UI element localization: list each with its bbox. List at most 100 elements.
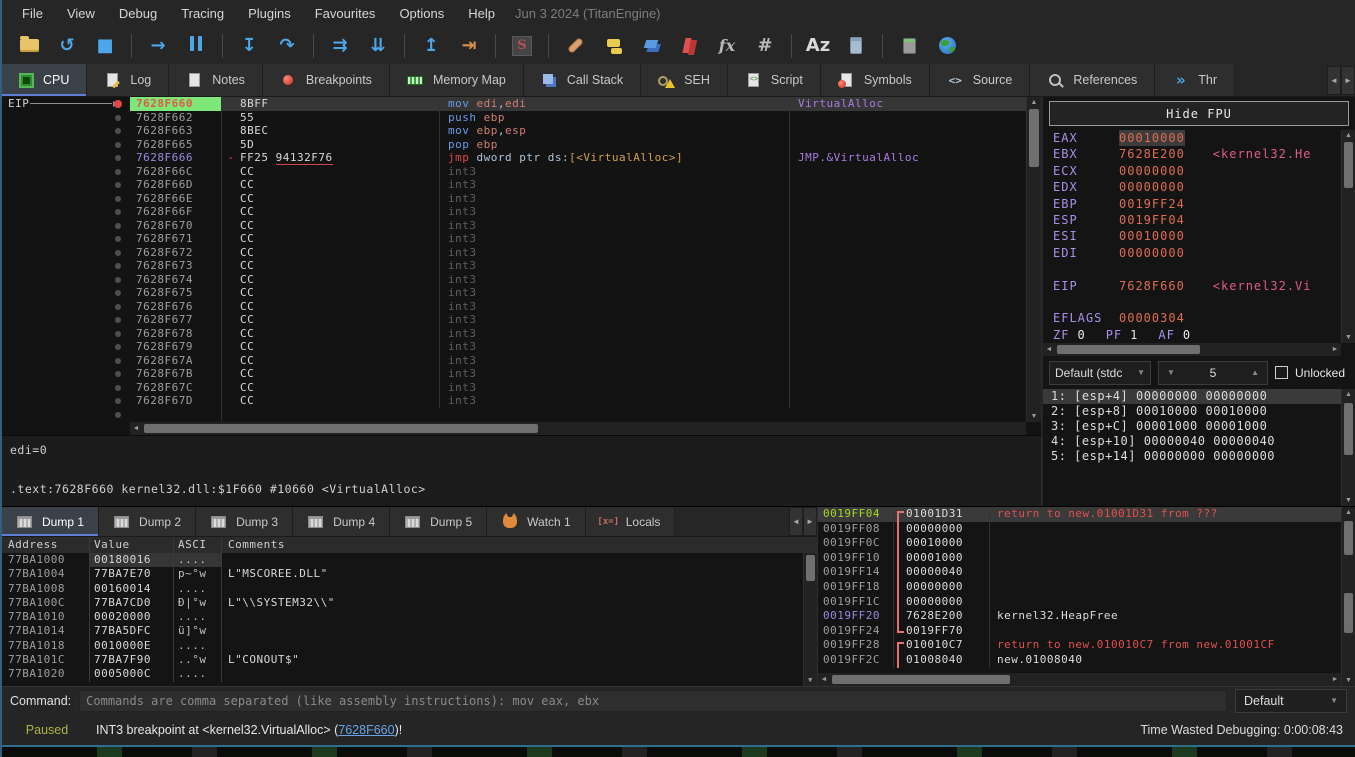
breakpoint-icon[interactable] xyxy=(114,100,122,108)
open-file-button[interactable] xyxy=(13,31,45,61)
scroll-down-icon[interactable]: ▼ xyxy=(1342,675,1355,686)
animate-into-button[interactable]: ⇉ xyxy=(324,31,356,61)
menu-file[interactable]: File xyxy=(10,2,55,25)
scroll-thumb[interactable] xyxy=(832,675,1010,684)
command-input[interactable] xyxy=(79,690,1227,712)
breakpoint-slot-icon[interactable] xyxy=(115,236,121,242)
stack-row[interactable]: 0019FF28010010C7return to new.010010C7 f… xyxy=(818,638,1355,653)
disasm-row[interactable]: 7628F670 CCint3 xyxy=(2,219,1041,233)
scroll-thumb[interactable] xyxy=(1029,109,1039,167)
scroll-up-icon[interactable]: ▲ xyxy=(1342,130,1355,141)
scroll-thumb[interactable] xyxy=(1344,142,1353,188)
dump-scroll-left-icon[interactable]: ◄ xyxy=(789,507,803,536)
command-profile-dropdown[interactable]: Default ▼ xyxy=(1235,689,1347,713)
font-button[interactable]: Az xyxy=(802,31,834,61)
disasm-row[interactable]: 7628F66E CCint3 xyxy=(2,192,1041,206)
register-value[interactable]: 0019FF24 xyxy=(1119,196,1185,212)
scroll-left-icon[interactable]: ◄ xyxy=(130,422,142,435)
tab-notes[interactable]: Notes xyxy=(169,64,263,96)
breakpoint-slot-icon[interactable] xyxy=(115,290,121,296)
dump-row[interactable]: 77BA101477BA5DFCü]°w xyxy=(2,624,817,638)
spinner-down-icon[interactable]: ▼ xyxy=(1167,368,1175,377)
breakpoint-slot-icon[interactable] xyxy=(115,371,121,377)
scroll-thumb[interactable] xyxy=(1344,403,1353,455)
disasm-row[interactable]: 7628F665 5Dpop ebp xyxy=(2,138,1041,152)
donate-button[interactable] xyxy=(931,31,963,61)
tab-scroll-right-icon[interactable]: ► xyxy=(1341,66,1355,95)
registers-hscrollbar[interactable]: ◄ ► xyxy=(1043,343,1341,356)
argument-count-spinner[interactable]: ▼ 5 ▲ xyxy=(1158,361,1268,385)
functions-button[interactable]: fx xyxy=(711,31,743,61)
tab-source[interactable]: <>Source xyxy=(930,64,1031,96)
scroll-down-icon[interactable]: ▼ xyxy=(1027,411,1041,422)
disasm-row[interactable]: 7628F672 CCint3 xyxy=(2,246,1041,260)
registers-vscrollbar[interactable]: ▲ ▼ xyxy=(1341,130,1355,343)
register-value[interactable]: 7628F660 xyxy=(1119,278,1185,294)
calling-convention-dropdown[interactable]: Default (stdc ▼ xyxy=(1049,361,1151,385)
tab-scroll-left-icon[interactable]: ◄ xyxy=(1327,66,1341,95)
disasm-row[interactable]: 7628F675 CCint3 xyxy=(2,286,1041,300)
arg-row[interactable]: 5: [esp+14] 00000000 00000000 xyxy=(1043,449,1355,464)
stack-row[interactable]: 0019FF0401001D31return to new.01001D31 f… xyxy=(818,507,1355,522)
tab-locals[interactable]: [x=]Locals xyxy=(586,507,676,536)
tab-dump-5[interactable]: Dump 5 xyxy=(390,507,487,536)
stack-row[interactable]: 0019FF0C00010000 xyxy=(818,536,1355,551)
breakpoint-slot-icon[interactable] xyxy=(115,209,121,215)
breakpoint-slot-icon[interactable] xyxy=(115,317,121,323)
disasm-row[interactable] xyxy=(2,408,1041,422)
menu-help[interactable]: Help xyxy=(456,2,507,25)
register-value[interactable]: 00000000 xyxy=(1119,179,1185,195)
disasm-row[interactable]: 7628F676 CCint3 xyxy=(2,300,1041,314)
disasm-row[interactable]: 7628F663 8BECmov ebp,esp xyxy=(2,124,1041,138)
arg-row[interactable]: 2: [esp+8] 00010000 00010000 xyxy=(1043,404,1355,419)
stack-hscrollbar[interactable]: ◄ ► xyxy=(818,673,1341,686)
disasm-row[interactable]: 7628F673 CCint3 xyxy=(2,259,1041,273)
disasm-row[interactable]: 7628F678 CCint3 xyxy=(2,327,1041,341)
breakpoint-slot-icon[interactable] xyxy=(115,358,121,364)
scroll-down-icon[interactable]: ▼ xyxy=(1342,332,1355,343)
disassembly-hscrollbar[interactable]: ◄ xyxy=(130,422,1026,435)
disasm-row[interactable]: EIP7628F660 8BFFmov edi,ediVirtualAlloc xyxy=(2,97,1041,111)
stack-row[interactable]: 0019FF1400000040 xyxy=(818,565,1355,580)
scroll-thumb[interactable] xyxy=(806,555,815,581)
register-row[interactable]: ESI00010000 xyxy=(1043,228,1355,244)
disasm-row[interactable]: 7628F67D CCint3 xyxy=(2,394,1041,408)
register-row[interactable]: EFLAGS00000304 xyxy=(1043,310,1355,326)
disasm-row[interactable]: 7628F66F CCint3 xyxy=(2,205,1041,219)
tab-log[interactable]: Log xyxy=(87,64,169,96)
tab-seh[interactable]: SEH xyxy=(641,64,728,96)
run-button[interactable]: → xyxy=(142,31,174,61)
arg-row[interactable]: 4: [esp+10] 00000040 00000040 xyxy=(1043,434,1355,449)
stack-row[interactable]: 0019FF0800000000 xyxy=(818,522,1355,537)
execute-till-return-button[interactable]: ↥ xyxy=(415,31,447,61)
dump-vscrollbar[interactable]: ▼ xyxy=(803,553,817,686)
scroll-thumb[interactable] xyxy=(1344,593,1353,633)
spinner-up-icon[interactable]: ▲ xyxy=(1251,368,1259,377)
breakpoint-slot-icon[interactable] xyxy=(115,412,121,418)
register-value[interactable]: 00000000 xyxy=(1119,163,1185,179)
stop-button[interactable]: ■ xyxy=(89,31,121,61)
tab-thr[interactable]: »Thr xyxy=(1155,64,1235,96)
animate-over-button[interactable]: ⇊ xyxy=(362,31,394,61)
stack-row[interactable]: 0019FF240019FF70 xyxy=(818,624,1355,639)
control-flow-button[interactable]: # xyxy=(749,31,781,61)
tab-dump-1[interactable]: Dump 1 xyxy=(2,507,99,536)
register-row[interactable] xyxy=(1043,294,1355,310)
register-value[interactable]: 0019FF04 xyxy=(1119,212,1185,228)
disasm-row[interactable]: 7628F67A CCint3 xyxy=(2,354,1041,368)
register-value[interactable]: 00000000 xyxy=(1119,245,1185,261)
tab-symbols[interactable]: Symbols xyxy=(821,64,930,96)
dump-row[interactable]: 77BA100477BA7E70p~°wL"MSCOREE.DLL" xyxy=(2,567,817,581)
patches-button[interactable] xyxy=(559,31,591,61)
menu-plugins[interactable]: Plugins xyxy=(236,2,303,25)
scroll-right-icon[interactable]: ► xyxy=(1329,673,1341,686)
breakpoint-slot-icon[interactable] xyxy=(115,169,121,175)
menu-tracing[interactable]: Tracing xyxy=(169,2,236,25)
tab-call-stack[interactable]: Call Stack xyxy=(524,64,641,96)
stack-row[interactable]: 0019FF207628E200kernel32.HeapFree xyxy=(818,609,1355,624)
scroll-up-icon[interactable]: ▲ xyxy=(1342,389,1355,400)
register-value[interactable]: 00010000 xyxy=(1119,130,1185,146)
arg-row[interactable]: 1: [esp+4] 00000000 00000000 xyxy=(1043,389,1355,404)
breakpoint-slot-icon[interactable] xyxy=(115,304,121,310)
register-value[interactable]: 00000304 xyxy=(1119,310,1185,326)
